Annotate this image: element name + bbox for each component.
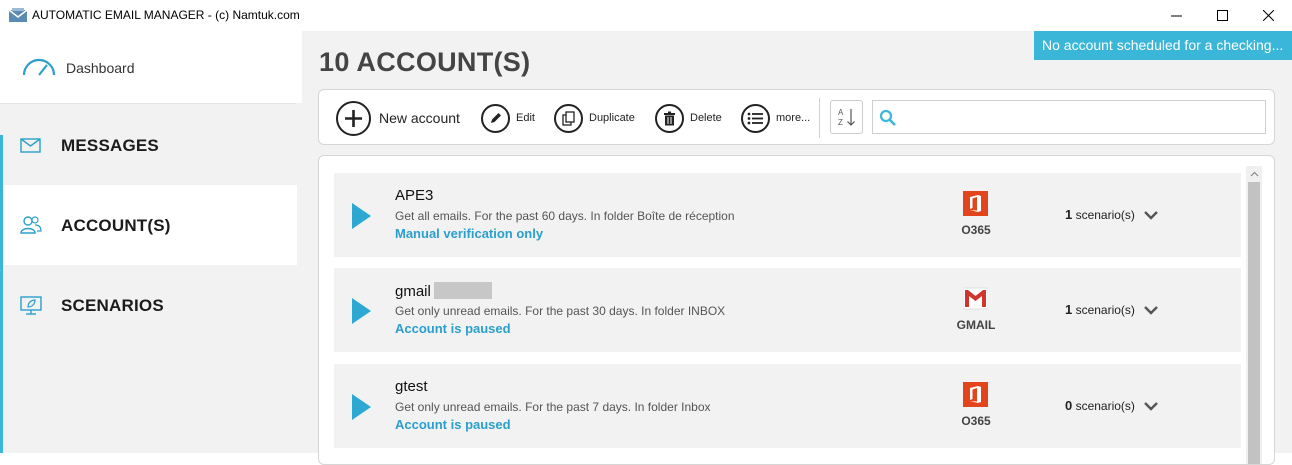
account-row[interactable]: APE3 Get all emails. For the past 60 day… — [334, 173, 1241, 257]
scenarios-number: 1 — [1065, 207, 1073, 222]
sort-az-icon: A Z — [838, 108, 855, 127]
monitor-leaf-icon — [20, 296, 42, 315]
minimize-icon — [1170, 15, 1182, 17]
account-row[interactable]: gtest Get only unread emails. For the pa… — [334, 364, 1241, 448]
title-bar: AUTOMATIC EMAIL MANAGER - (c) Namtuk.com — [0, 0, 1292, 31]
sidebar-item-messages[interactable]: MESSAGES — [3, 105, 297, 185]
scrollbar-thumb[interactable] — [1248, 182, 1260, 464]
scroll-up-button[interactable] — [1246, 166, 1262, 182]
play-icon[interactable] — [352, 298, 371, 324]
new-account-label: New account — [379, 110, 460, 126]
scenarios-number: 1 — [1065, 302, 1073, 317]
account-name: APE3 — [395, 187, 434, 204]
sidebar-item-scenarios[interactable]: SCENARIOS — [3, 265, 297, 345]
account-status: Account is paused — [395, 417, 511, 432]
scenarios-count[interactable]: 1 scenario(s) — [1065, 302, 1135, 317]
scenarios-count[interactable]: 1 scenario(s) — [1065, 207, 1135, 222]
scenarios-number: 0 — [1065, 398, 1073, 413]
office365-icon — [963, 382, 988, 407]
close-icon — [1262, 10, 1274, 21]
account-name: gtest — [395, 378, 428, 395]
main-content: 10 ACCOUNT(S) No account scheduled for a… — [302, 31, 1292, 465]
scenarios-text: scenario(s) — [1075, 303, 1135, 317]
chevron-up-icon — [1250, 171, 1258, 177]
scenarios-text: scenario(s) — [1075, 399, 1135, 413]
svg-text:A: A — [838, 108, 844, 117]
account-description: Get all emails. For the past 60 days. In… — [395, 209, 735, 223]
provider-label: O365 — [961, 223, 991, 237]
minimize-button[interactable] — [1153, 0, 1199, 31]
divider — [0, 103, 296, 104]
play-icon[interactable] — [352, 394, 371, 420]
scenarios-count[interactable]: 0 scenario(s) — [1065, 398, 1135, 413]
sidebar-item-label: Dashboard — [66, 60, 135, 76]
sidebar: Dashboard MESSAGES ACCOUNT(S) SCENARIOS — [0, 31, 302, 453]
play-icon[interactable] — [352, 203, 371, 229]
provider-label: GMAIL — [956, 318, 996, 332]
pencil-icon — [481, 103, 510, 133]
speedometer-icon — [22, 58, 56, 76]
duplicate-button[interactable]: Duplicate — [554, 90, 635, 146]
sidebar-item-label: ACCOUNT(S) — [61, 216, 171, 235]
edit-button[interactable]: Edit — [481, 90, 535, 146]
account-status: Account is paused — [395, 321, 511, 336]
scenarios-text: scenario(s) — [1075, 208, 1135, 222]
duplicate-icon — [554, 103, 583, 133]
trash-icon — [655, 103, 684, 133]
more-button[interactable]: more... — [741, 90, 810, 146]
more-label: more... — [776, 112, 811, 124]
users-icon — [20, 216, 42, 234]
account-row[interactable]: gmail Get only unread emails. For the pa… — [334, 268, 1241, 352]
duplicate-label: Duplicate — [589, 112, 635, 124]
edit-label: Edit — [516, 112, 535, 124]
redacted-block — [433, 282, 492, 299]
sidebar-item-label: MESSAGES — [61, 136, 159, 155]
account-description: Get only unread emails. For the past 30 … — [395, 304, 726, 318]
accounts-list: APE3 Get all emails. For the past 60 day… — [318, 155, 1275, 465]
close-button[interactable] — [1245, 0, 1291, 31]
sidebar-item-accounts[interactable]: ACCOUNT(S) — [3, 185, 297, 265]
toolbar-divider — [819, 98, 820, 138]
chevron-down-icon[interactable] — [1143, 401, 1159, 411]
schedule-notice: No account scheduled for a checking... — [1034, 31, 1292, 60]
search-icon — [879, 109, 896, 126]
toolbar: New account Edit Duplicate Delete more..… — [318, 89, 1275, 145]
list-icon — [741, 103, 770, 133]
sort-button[interactable]: A Z — [830, 100, 863, 134]
sidebar-item-label: SCENARIOS — [61, 296, 164, 315]
scrollbar[interactable] — [1246, 166, 1262, 464]
delete-button[interactable]: Delete — [655, 90, 722, 146]
account-name-wrapper: gmail — [395, 282, 492, 300]
maximize-button[interactable] — [1199, 0, 1245, 31]
new-account-button[interactable]: New account — [336, 90, 460, 146]
sidebar-item-dashboard[interactable]: Dashboard — [0, 31, 302, 103]
gmail-icon — [963, 287, 988, 310]
envelope-icon — [20, 138, 41, 153]
account-description: Get only unread emails. For the past 7 d… — [395, 400, 711, 414]
account-name: gmail — [395, 283, 431, 300]
window-title: AUTOMATIC EMAIL MANAGER - (c) Namtuk.com — [32, 8, 300, 22]
chevron-down-icon[interactable] — [1143, 210, 1159, 220]
search-box[interactable] — [872, 100, 1266, 134]
page-title: 10 ACCOUNT(S) — [319, 47, 531, 77]
delete-label: Delete — [690, 112, 722, 124]
office365-icon — [963, 191, 988, 216]
svg-text:Z: Z — [838, 118, 843, 127]
app-logo-icon — [9, 8, 27, 22]
provider-label: O365 — [961, 414, 991, 428]
plus-icon — [336, 100, 371, 136]
account-status: Manual verification only — [395, 226, 544, 241]
maximize-icon — [1216, 10, 1228, 21]
chevron-down-icon[interactable] — [1143, 305, 1159, 315]
search-input[interactable] — [903, 105, 1259, 129]
